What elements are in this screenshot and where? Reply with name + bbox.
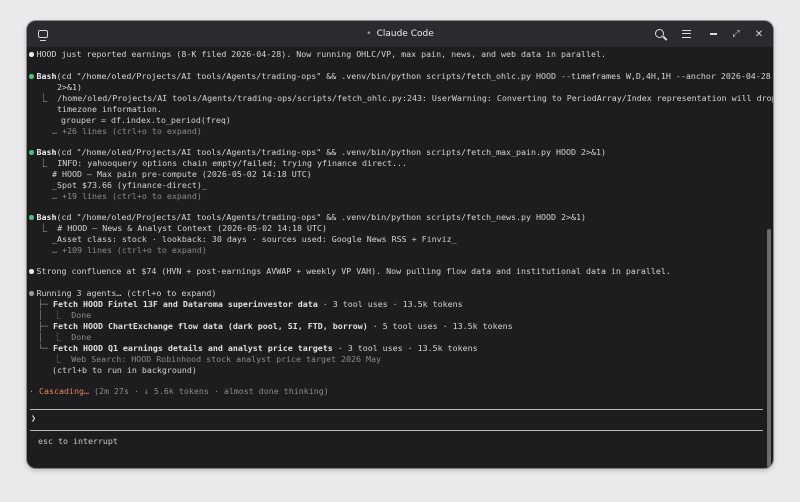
tool-call-bash: Bash(cd "/home/oled/Projects/AI tools/Ag…: [29, 71, 771, 82]
expand-hint[interactable]: … +26 lines (ctrl+o to expand): [52, 126, 202, 137]
scrollbar[interactable]: [767, 229, 771, 467]
prompt-chevron-icon: ❯: [31, 413, 36, 423]
agent-item: └─ Fetch HOOD Q1 earnings details and an…: [38, 343, 478, 353]
terminal-window: • Claude Code ⤢ ✕ HOOD just reported earn…: [27, 21, 773, 468]
agent-item: ├─ Fetch HOOD Fintel 13F and Dataroma su…: [38, 299, 463, 309]
terminal-output[interactable]: HOOD just reported earnings (8-K filed 2…: [27, 47, 773, 468]
close-icon[interactable]: ✕: [751, 26, 767, 42]
input-top-divider: [30, 409, 763, 410]
agent-item: ├─ Fetch HOOD ChartExchange flow data (d…: [38, 321, 513, 331]
input-prompt[interactable]: ❯: [31, 413, 41, 424]
log-line: 2>&1): [57, 82, 82, 92]
log-line: Strong confluence at $74 (HVN + post-ear…: [29, 266, 671, 277]
log-line: ⎿ /home/oled/Projects/AI tools/Agents/tr…: [39, 93, 773, 103]
log-line: _Spot $73.66 (yfinance-direct)_: [52, 180, 207, 190]
log-line: ⎿ # HOOD — News & Analyst Context (2026-…: [39, 223, 328, 233]
agent-status: │ ⎿ Done: [38, 310, 92, 320]
tool-call-bash: Bash(cd "/home/oled/Projects/AI tools/Ag…: [29, 212, 586, 223]
log-line: HOOD just reported earnings (8-K filed 2…: [29, 49, 606, 60]
log-line: ⎿ INFO: yahooquery options chain empty/f…: [39, 158, 407, 168]
success-dot-icon: [29, 215, 34, 220]
agent-status: ⎿ Web Search: HOOD Robinhood stock analy…: [38, 354, 381, 364]
maximize-icon[interactable]: ⤢: [728, 26, 744, 42]
success-dot-icon: [29, 74, 34, 79]
search-icon[interactable]: [652, 26, 668, 42]
log-line: # HOOD — Max pain pre-compute (2026-05-0…: [52, 169, 312, 179]
input-bottom-divider: [30, 430, 763, 431]
message-dot-icon: [29, 52, 34, 57]
title-dot: •: [366, 29, 372, 39]
running-dot-icon: [29, 291, 34, 296]
menu-icon[interactable]: [678, 26, 694, 42]
log-line: grouper = df.index.to_period(freq): [61, 115, 231, 125]
expand-hint[interactable]: … +109 lines (ctrl+o to expand): [52, 245, 207, 256]
background-hint[interactable]: (ctrl+b to run in background): [52, 365, 197, 376]
tool-call-bash: Bash(cd "/home/oled/Projects/AI tools/Ag…: [29, 147, 606, 158]
agents-header[interactable]: Running 3 agents… (ctrl+o to expand): [29, 288, 216, 299]
title-bar: • Claude Code ⤢ ✕: [27, 21, 773, 47]
log-line: timezone information.: [57, 104, 162, 114]
expand-hint[interactable]: … +19 lines (ctrl+o to expand): [52, 191, 202, 202]
status-line: · Cascading… (2m 27s · ↓ 5.6k tokens · a…: [29, 386, 329, 396]
interrupt-hint: esc to interrupt: [38, 436, 118, 446]
success-dot-icon: [29, 150, 34, 155]
message-dot-icon: [29, 269, 34, 274]
minimize-icon[interactable]: [705, 26, 721, 42]
window-title-text: Claude Code: [376, 29, 434, 39]
spinner-icon: ·: [29, 386, 34, 396]
agent-status: │ ⎿ Done: [38, 332, 92, 342]
log-line: _Asset class: stock · lookback: 30 days …: [52, 234, 457, 244]
